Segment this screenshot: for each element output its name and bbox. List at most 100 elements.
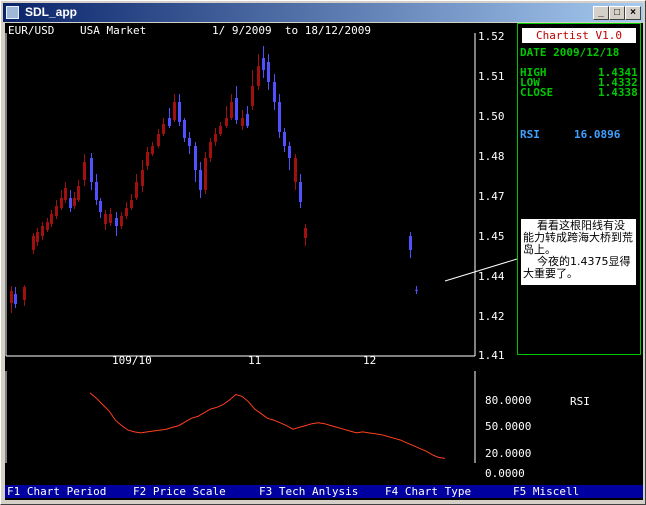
price-tick-label: 1.41 [478, 349, 505, 362]
candle-body [209, 142, 212, 158]
candle-body [273, 82, 276, 102]
price-tick-label: 1.50 [478, 110, 505, 123]
candle-body [83, 162, 86, 180]
info-panel: Chartist V1.0 DATE 2009/12/18 HIGH 1.434… [517, 23, 641, 355]
candle-body [304, 228, 307, 238]
date-readout: DATE 2009/12/18 [520, 46, 620, 59]
rsi-value: 16.0896 [574, 128, 621, 141]
candle-body [141, 170, 144, 186]
note-line-2: 今夜的1.4375显得大重要了。 [523, 255, 631, 280]
candle-body [230, 102, 233, 118]
rsi-label: RSI [520, 128, 540, 141]
rsi-tick-label: 50.0000 [485, 420, 532, 433]
candle-body [95, 182, 98, 200]
candle-body [168, 118, 171, 126]
candle-body [55, 206, 58, 216]
candle-body [178, 102, 181, 122]
candle-body [241, 118, 244, 126]
candle-body [246, 114, 249, 126]
candle-body [60, 198, 63, 208]
candle-body [219, 126, 222, 134]
candle-body [262, 58, 265, 70]
candle-body [409, 236, 412, 250]
candle-body [283, 132, 286, 146]
minimize-button[interactable]: _ [593, 6, 609, 20]
price-tick-label: 1.52 [478, 30, 505, 43]
time-tick-label: 109/10 [112, 354, 152, 367]
candle-body [267, 62, 270, 82]
candle-body [415, 289, 418, 291]
candle-body [194, 146, 197, 170]
candle-body [77, 186, 80, 200]
candle-body [157, 134, 160, 146]
candle-body [146, 152, 149, 166]
candle-body [14, 294, 17, 304]
price-tick-label: 1.44 [478, 270, 505, 283]
candle-body [125, 208, 128, 216]
candle-body [23, 287, 26, 300]
candle-body [225, 118, 228, 126]
candle-body [64, 188, 67, 200]
app-logo: Chartist V1.0 [522, 28, 636, 43]
candle-body [69, 198, 72, 208]
candle-body [10, 291, 13, 303]
rsi-panel-label: RSI [570, 395, 590, 408]
candle-body [135, 182, 138, 198]
window-title: SDL_app [25, 5, 78, 19]
candle-body [36, 232, 39, 242]
candle-body [288, 146, 291, 158]
time-tick-label: 11 [248, 354, 262, 367]
menu-miscellaneous[interactable]: F5 Miscell [513, 485, 579, 498]
candle-body [294, 158, 297, 182]
chart-client-area: EUR/USD USA Market 1/ 9/2009 to 18/12/20… [5, 23, 643, 500]
menu-chart-type[interactable]: F4 Chart Type [385, 485, 471, 498]
price-tick-label: 1.47 [478, 190, 505, 203]
candle-body [46, 222, 49, 230]
candle-body [214, 134, 217, 142]
close-label: CLOSE [520, 86, 554, 99]
menu-tech-analysis[interactable]: F3 Tech Anlysis [259, 485, 358, 498]
candle-body [257, 66, 260, 86]
rsi-tick-label: 0.0000 [485, 467, 525, 480]
price-tick-label: 1.42 [478, 310, 505, 323]
candle-body [235, 98, 238, 120]
close-value: 1.4338 [598, 86, 638, 99]
candle-body [32, 236, 35, 250]
candle-body [115, 218, 118, 226]
candle-body [183, 120, 186, 138]
candle-body [204, 158, 207, 190]
annotation-note: 看看这根阳线有没能力转成跨海大桥到荒岛上。 今夜的1.4375显得大重要了。 [521, 219, 636, 285]
candle-body [162, 124, 165, 134]
app-window: SDL_app _ □ × EUR/USD USA Market 1/ 9/20… [0, 0, 646, 505]
candle-body [90, 158, 93, 182]
candle-body [188, 138, 191, 146]
app-icon [6, 6, 19, 19]
maximize-button[interactable]: □ [609, 6, 625, 20]
candle-body [199, 170, 202, 190]
price-chart [5, 33, 517, 463]
rsi-tick-label: 80.0000 [485, 394, 532, 407]
note-line-1: 看看这根阳线有没能力转成跨海大桥到荒岛上。 [523, 219, 633, 256]
candle-body [104, 214, 107, 224]
close-button[interactable]: × [625, 6, 641, 20]
rsi-tick-label: 20.0000 [485, 447, 532, 460]
candle-body [120, 216, 123, 226]
candle-body [299, 182, 302, 202]
candle-body [173, 102, 176, 120]
menu-chart-period[interactable]: F1 Chart Period [7, 485, 106, 498]
candle-body [50, 214, 53, 224]
candle-body [130, 200, 133, 208]
price-tick-label: 1.45 [478, 230, 505, 243]
price-tick-label: 1.48 [478, 150, 505, 163]
time-tick-label: 12 [363, 354, 377, 367]
candle-body [109, 214, 112, 223]
candle-body [278, 102, 281, 132]
candle-body [41, 226, 44, 236]
candle-body [99, 201, 102, 212]
rsi-series-line [89, 392, 446, 459]
title-bar[interactable]: SDL_app _ □ × [3, 3, 643, 22]
price-tick-label: 1.51 [478, 70, 505, 83]
candle-body [151, 146, 154, 154]
menu-price-scale[interactable]: F2 Price Scale [133, 485, 226, 498]
candle-body [251, 86, 254, 106]
